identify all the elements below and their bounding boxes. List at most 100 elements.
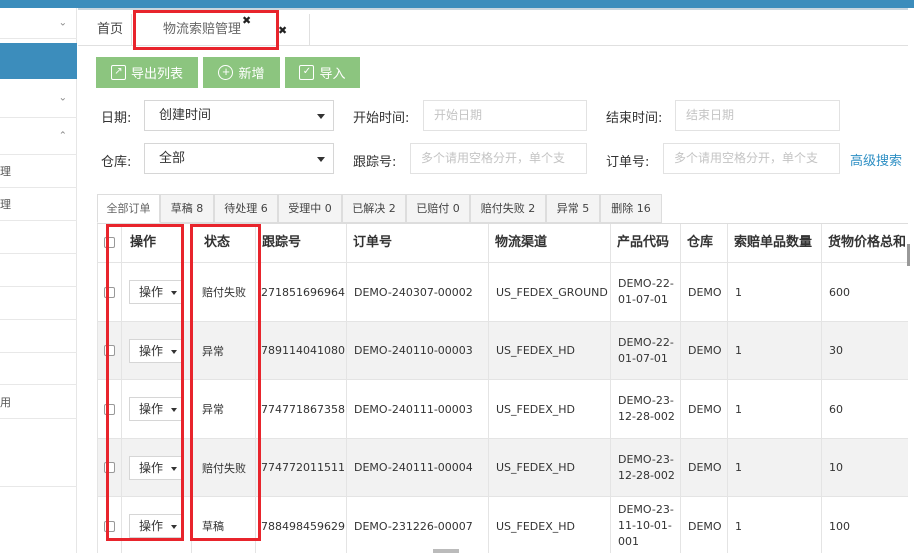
end-date-input[interactable]: 结束日期 xyxy=(675,100,840,131)
header-channel: 物流渠道 xyxy=(488,224,610,263)
sidebar: ⌄ ⌄ ⌃ 理 理 用 xyxy=(0,8,77,553)
row-order: DEMO-240111-00003 xyxy=(346,380,488,439)
row-price: 600 xyxy=(821,263,908,322)
start-date-input[interactable]: 开始日期 xyxy=(423,100,587,131)
row-qty: 1 xyxy=(727,439,821,497)
sidebar-item-5[interactable]: 理 xyxy=(0,155,77,188)
warehouse-label: 仓库: xyxy=(101,155,132,170)
status-tab-all[interactable]: 全部订单 xyxy=(97,194,160,223)
status-tab-failed[interactable]: 赔付失败 2 xyxy=(470,194,546,223)
row-product-code: DEMO-23-12-28-002 xyxy=(610,380,680,439)
row-channel: US_FEDEX_HD xyxy=(488,497,610,553)
sidebar-item-10[interactable] xyxy=(0,320,77,353)
add-button[interactable]: + 新增 xyxy=(203,57,280,88)
status-tab-resolved[interactable]: 已解决 2 xyxy=(342,194,406,223)
row-product-code: DEMO-22-01-07-01 xyxy=(610,263,680,322)
header-claim-qty: 索赔单品数量 xyxy=(727,224,821,263)
import-label: 导入 xyxy=(319,66,346,81)
caret-down-icon xyxy=(317,157,325,162)
sidebar-item-4[interactable]: ⌃ xyxy=(0,118,77,155)
sidebar-item-1[interactable]: ⌄ xyxy=(0,8,77,39)
row-order: DEMO-240307-00002 xyxy=(346,263,488,322)
header-order: 订单号 xyxy=(346,224,488,263)
header-warehouse: 仓库 xyxy=(680,224,727,263)
chevron-down-icon: ⌄ xyxy=(58,92,67,104)
row-qty: 1 xyxy=(727,497,821,553)
row-warehouse: DEMO xyxy=(680,322,727,380)
export-list-button[interactable]: ↗ 导出列表 xyxy=(96,57,198,88)
header-product-code: 产品代码 xyxy=(610,224,680,263)
add-label: 新增 xyxy=(238,66,265,81)
sidebar-item-8[interactable] xyxy=(0,254,77,287)
end-time-label: 结束时间: xyxy=(606,111,663,126)
date-label: 日期: xyxy=(101,111,132,126)
horizontal-scrollbar[interactable] xyxy=(433,549,459,553)
chevron-up-icon: ⌃ xyxy=(58,130,67,142)
sidebar-item-11[interactable] xyxy=(0,353,77,385)
row-warehouse: DEMO xyxy=(680,263,727,322)
status-tab-deleted[interactable]: 删除 16 xyxy=(600,194,662,223)
row-order: DEMO-240110-00003 xyxy=(346,322,488,380)
date-type-value: 创建时间 xyxy=(159,108,212,123)
highlight-box-operation-column xyxy=(106,224,184,541)
close-icon[interactable]: ✖ xyxy=(278,24,287,37)
row-price: 30 xyxy=(821,322,908,380)
status-tab-exception[interactable]: 异常 5 xyxy=(546,194,600,223)
warehouse-select[interactable]: 全部 xyxy=(144,143,334,174)
sidebar-item-label: 理 xyxy=(0,198,11,211)
row-tracking: 774772011511 xyxy=(255,439,346,497)
highlight-box-status-column xyxy=(190,224,261,541)
row-order: DEMO-231226-00007 xyxy=(346,497,488,553)
tracking-number-input[interactable]: 多个请用空格分开，单个支 xyxy=(410,143,587,174)
sidebar-item-label: 理 xyxy=(0,165,11,178)
export-icon: ↗ xyxy=(110,65,126,80)
row-warehouse: DEMO xyxy=(680,497,727,553)
row-order: DEMO-240111-00004 xyxy=(346,439,488,497)
row-warehouse: DEMO xyxy=(680,439,727,497)
row-qty: 1 xyxy=(727,380,821,439)
import-button[interactable]: ✓ 导入 xyxy=(285,57,360,88)
plus-circle-icon: + xyxy=(218,65,234,80)
status-tab-pending[interactable]: 待处理 6 xyxy=(214,194,278,223)
row-tracking: 789114041080 xyxy=(255,322,346,380)
status-tab-compensated[interactable]: 已赔付 0 xyxy=(406,194,470,223)
sidebar-item-active[interactable] xyxy=(0,43,77,79)
sidebar-item-7[interactable] xyxy=(0,221,77,254)
header-price-total: 货物价格总和 xyxy=(821,224,908,263)
export-list-label: 导出列表 xyxy=(130,66,183,81)
sidebar-item-9[interactable] xyxy=(0,287,77,320)
order-number-input[interactable]: 多个请用空格分开，单个支 xyxy=(663,143,840,174)
status-tab-draft[interactable]: 草稿 8 xyxy=(160,194,214,223)
sidebar-item-label: 用 xyxy=(0,395,11,409)
warehouse-value: 全部 xyxy=(159,151,186,166)
row-channel: US_FEDEX_GROUND xyxy=(488,263,610,322)
date-type-select[interactable]: 创建时间 xyxy=(144,100,334,131)
caret-down-icon xyxy=(317,114,325,119)
status-tab-accepted[interactable]: 受理中 0 xyxy=(278,194,342,223)
top-header-bar xyxy=(0,0,914,8)
row-warehouse: DEMO xyxy=(680,380,727,439)
row-tracking: 774771867358 xyxy=(255,380,346,439)
sidebar-item-13[interactable] xyxy=(0,419,77,487)
row-tracking: 271851696964 xyxy=(255,263,346,322)
row-product-code: DEMO-22-01-07-01 xyxy=(610,322,680,380)
order-label: 订单号: xyxy=(606,155,650,170)
row-tracking: 788498459629 xyxy=(255,497,346,553)
row-price: 100 xyxy=(821,497,908,553)
vertical-scrollbar[interactable] xyxy=(907,244,910,266)
row-channel: US_FEDEX_HD xyxy=(488,322,610,380)
advanced-search-link[interactable]: 高级搜索 xyxy=(850,150,902,169)
tracking-label: 跟踪号: xyxy=(353,155,397,170)
sidebar-item-3[interactable]: ⌄ xyxy=(0,79,77,118)
chevron-down-icon: ⌄ xyxy=(58,17,67,29)
start-time-label: 开始时间: xyxy=(353,111,410,126)
highlight-box-tab xyxy=(133,10,279,50)
row-price: 60 xyxy=(821,380,908,439)
sidebar-item-12[interactable]: 用 xyxy=(0,385,77,419)
row-qty: 1 xyxy=(727,263,821,322)
sidebar-item-6[interactable]: 理 xyxy=(0,188,77,221)
row-channel: US_FEDEX_HD xyxy=(488,380,610,439)
row-qty: 1 xyxy=(727,322,821,380)
tab-home[interactable]: 首页 xyxy=(97,14,123,46)
row-channel: US_FEDEX_HD xyxy=(488,439,610,497)
